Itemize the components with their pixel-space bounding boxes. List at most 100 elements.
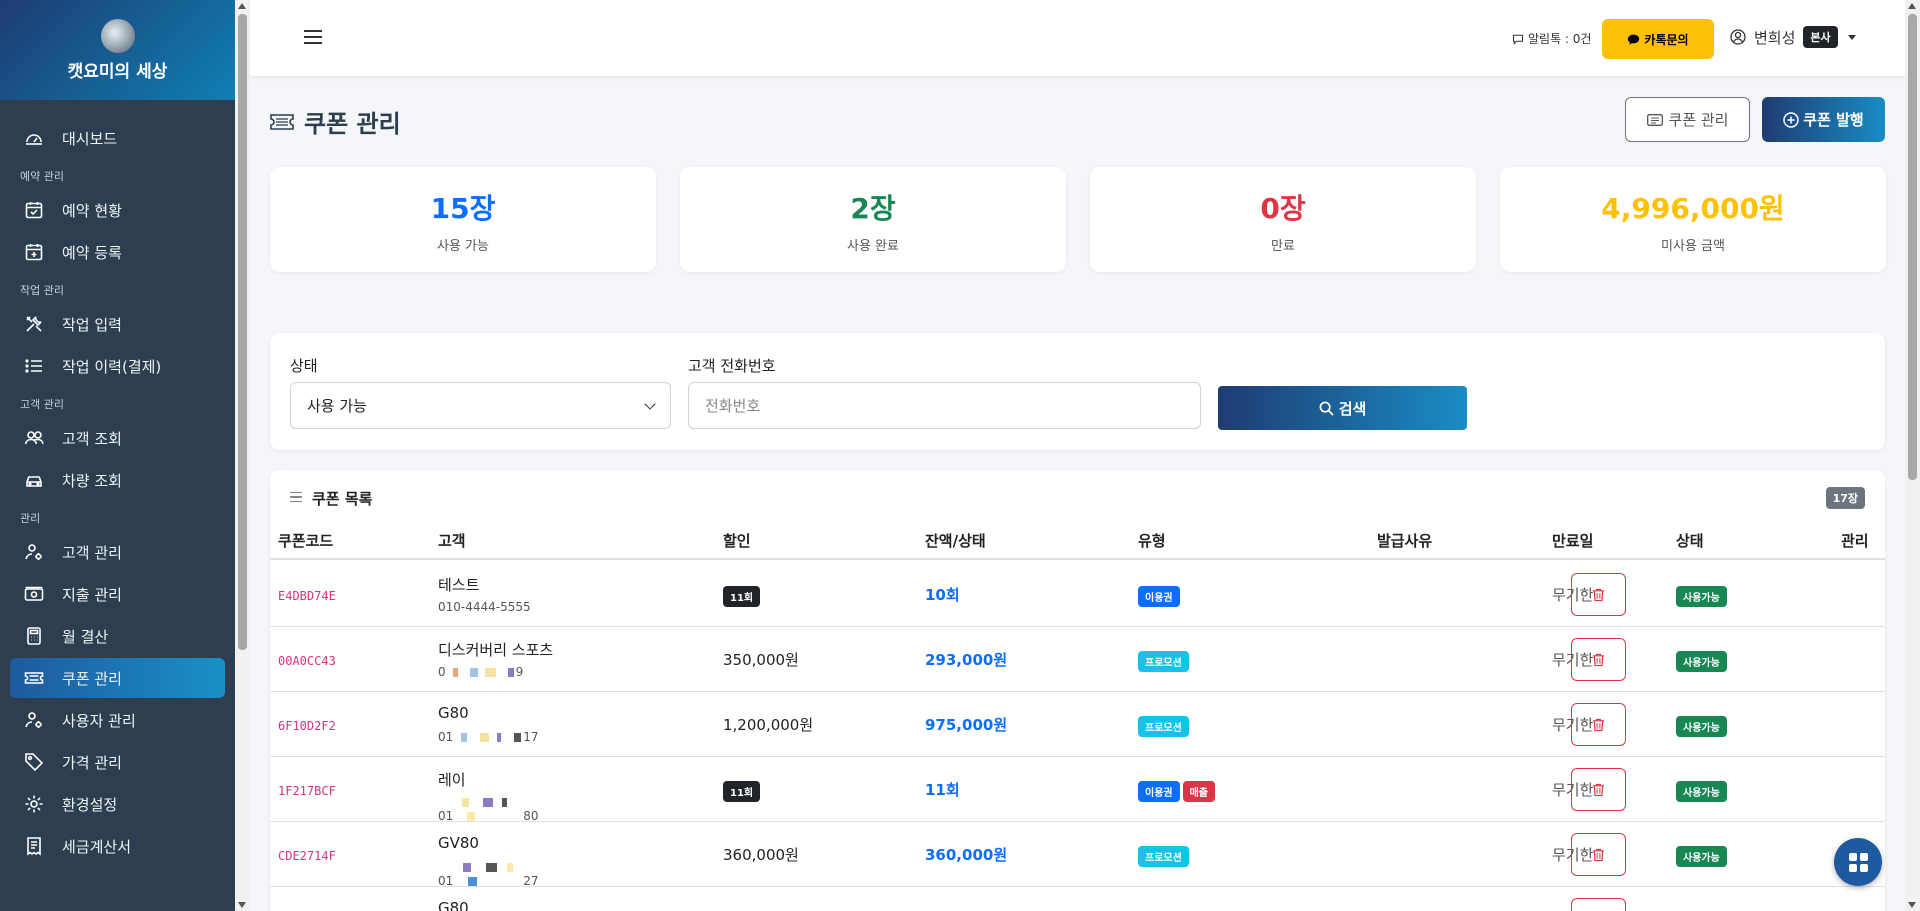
coupon-type: 프로모션 [1138,716,1192,737]
sidebar-item-16[interactable]: 가격 관리 [10,742,225,782]
gear-icon [24,794,44,814]
scroll-thumb[interactable] [1908,14,1917,480]
ticket-icon [24,668,44,688]
stat-card: 0장 만료 [1090,167,1476,272]
coupon-type: 이용권 매출 [1138,781,1218,802]
column-header[interactable]: 발급사유 [1377,530,1432,551]
main-content: 쿠폰 관리 쿠폰 관리 쿠폰 발행 15장 사용 가능 2장 사용 완료 0장 만료 4,9… [250,76,1905,911]
column-header[interactable]: 상태 [1676,530,1704,551]
user-menu[interactable]: 변희성 본사 [1730,26,1856,48]
delete-button[interactable] [1571,703,1626,746]
brand[interactable]: 캣요미의 세상 [0,0,235,100]
plus-circle-icon [1783,111,1800,128]
table-row[interactable]: CDE2714F GV80 01 27 360,000원 360,000원 프로모션 무기한 사… [270,822,1885,888]
delete-button[interactable] [1571,573,1626,616]
sidebar-item-label: 지출 관리 [62,585,122,604]
stat-card: 2장 사용 완료 [680,167,1066,272]
kakao-inquiry-button[interactable]: 카톡문의 [1602,19,1714,59]
stat-value: 0장 [1260,192,1306,225]
sidebar-item-14[interactable]: 쿠폰 관리 [10,658,225,698]
nav-section-label: 고객 관리 [20,398,64,411]
column-header[interactable]: 고객 [438,530,466,551]
sidebar-item-6[interactable]: 작업 이력(결제) [10,346,225,386]
topbar: 알림톡 : 0건 카톡문의 변희성 본사 [250,0,1905,76]
sidebar-item-3[interactable]: 예약 등록 [10,232,225,272]
sidebar-item-11[interactable]: 고객 관리 [10,532,225,572]
sidebar-item-label: 예약 현황 [62,201,122,220]
sidebar-item-0[interactable]: 대시보드 [10,118,225,158]
coupon-list-card: 쿠폰 목록 17장 쿠폰코드 고객 할인 잔액/상태 유형 발급사유 만료일 상태 관리 E4D… [270,470,1885,911]
sidebar-item-label: 고객 관리 [62,543,122,562]
ticket-icon [270,113,294,130]
column-header[interactable]: 잔액/상태 [925,530,986,551]
scroll-down-arrow[interactable] [1908,902,1916,908]
sidebar-item-13[interactable]: 월 결산 [10,616,225,656]
delete-button[interactable] [1571,768,1626,811]
discount-badge: 11회 [723,781,763,802]
customer-phone: 01 27 [438,860,539,888]
scroll-up-arrow[interactable] [238,3,246,9]
column-header[interactable]: 유형 [1138,530,1166,551]
scroll-thumb[interactable] [238,14,247,650]
sidebar-item-8[interactable]: 고객 조회 [10,418,225,458]
list-card-icon [1646,113,1663,126]
table-row[interactable]: E4DBD74E 테스트 010-4444-5555 11회 10회 이용권 무기한 사용가능 [270,562,1885,627]
scroll-down-arrow[interactable] [238,902,246,908]
coupon-type: 프로모션 [1138,651,1192,672]
sidebar-item-label: 가격 관리 [62,753,122,772]
sidebar: 캣요미의 세상 대시보드 예약 관리 예약 현황 예약 등록 작업 관리 작업 입력 작업 … [0,0,235,911]
table-row[interactable]: 1F217BCF 레이 01 80 11회 11회 이용권 매출 무기한 사용가능 [270,757,1885,823]
sidebar-item-label: 작업 입력 [62,315,122,334]
page-scrollbar[interactable] [1905,0,1920,911]
calendar-plus-icon [24,242,44,262]
apps-fab-button[interactable] [1834,838,1882,886]
table-row[interactable]: 6F10D2F2 G80 01 17 1,200,000원 975,000원 프로모션 무기한… [270,692,1885,757]
sidebar-item-17[interactable]: 환경설정 [10,784,225,824]
sidebar-item-15[interactable]: 사용자 관리 [10,700,225,740]
customer-name: G80 [438,704,469,722]
sidebar-item-9[interactable]: 차량 조회 [10,460,225,500]
menu-toggle-icon[interactable] [304,30,322,44]
calendar-check-icon [24,200,44,220]
page-title-text: 쿠폰 관리 [304,110,401,138]
status-select[interactable]: 사용 가능 [290,382,671,429]
sidebar-item-12[interactable]: 지출 관리 [10,574,225,614]
chat-fill-icon [1628,34,1640,45]
user-branch-badge: 본사 [1803,26,1838,48]
list-icon [290,491,302,506]
sidebar-item-2[interactable]: 예약 현황 [10,190,225,230]
masked-phone-digits [453,795,523,823]
brand-name: 캣요미의 세상 [67,61,168,82]
search-button[interactable]: 검색 [1218,386,1467,430]
list-title: 쿠폰 목록 [312,490,373,508]
nav-section-label: 관리 [20,512,41,525]
table-row[interactable]: 00A0CC43 디스커버리 스포츠 0 9 350,000원 293,000원 프로모션 무… [270,627,1885,692]
sidebar-item-label: 환경설정 [62,795,118,814]
phone-input[interactable] [688,382,1201,429]
delete-button[interactable] [1571,833,1626,876]
column-header[interactable]: 만료일 [1552,530,1593,551]
coupon-issue-button[interactable]: 쿠폰 발행 [1762,97,1885,142]
sidebar-scrollbar[interactable] [235,0,250,911]
discount-amount: 1,200,000원 [723,716,814,734]
coupon-manage-label: 쿠폰 관리 [1668,111,1729,129]
column-header[interactable]: 쿠폰코드 [278,530,333,551]
coupon-code: CDE2714F [278,849,336,863]
list-header: 쿠폰 목록 [290,488,372,509]
status-badge: 사용가능 [1676,651,1730,672]
balance: 360,000원 [925,846,1008,864]
delete-button[interactable] [1571,898,1626,911]
column-header[interactable]: 할인 [723,530,751,551]
type-badge: 매출 [1182,781,1216,802]
sidebar-item-18[interactable]: 세금계산서 [10,826,225,866]
scroll-up-arrow[interactable] [1908,3,1916,9]
coupon-manage-button[interactable]: 쿠폰 관리 [1625,97,1750,142]
column-header[interactable]: 관리 [1841,530,1869,551]
coupon-count-badge: 17장 [1825,487,1865,509]
table-row[interactable]: G80 [270,887,1885,911]
coupon-code: E4DBD74E [278,589,336,603]
list-icon [24,356,44,376]
delete-button[interactable] [1571,638,1626,681]
sidebar-item-5[interactable]: 작업 입력 [10,304,225,344]
alert-count[interactable]: 알림톡 : 0건 [1512,30,1591,47]
